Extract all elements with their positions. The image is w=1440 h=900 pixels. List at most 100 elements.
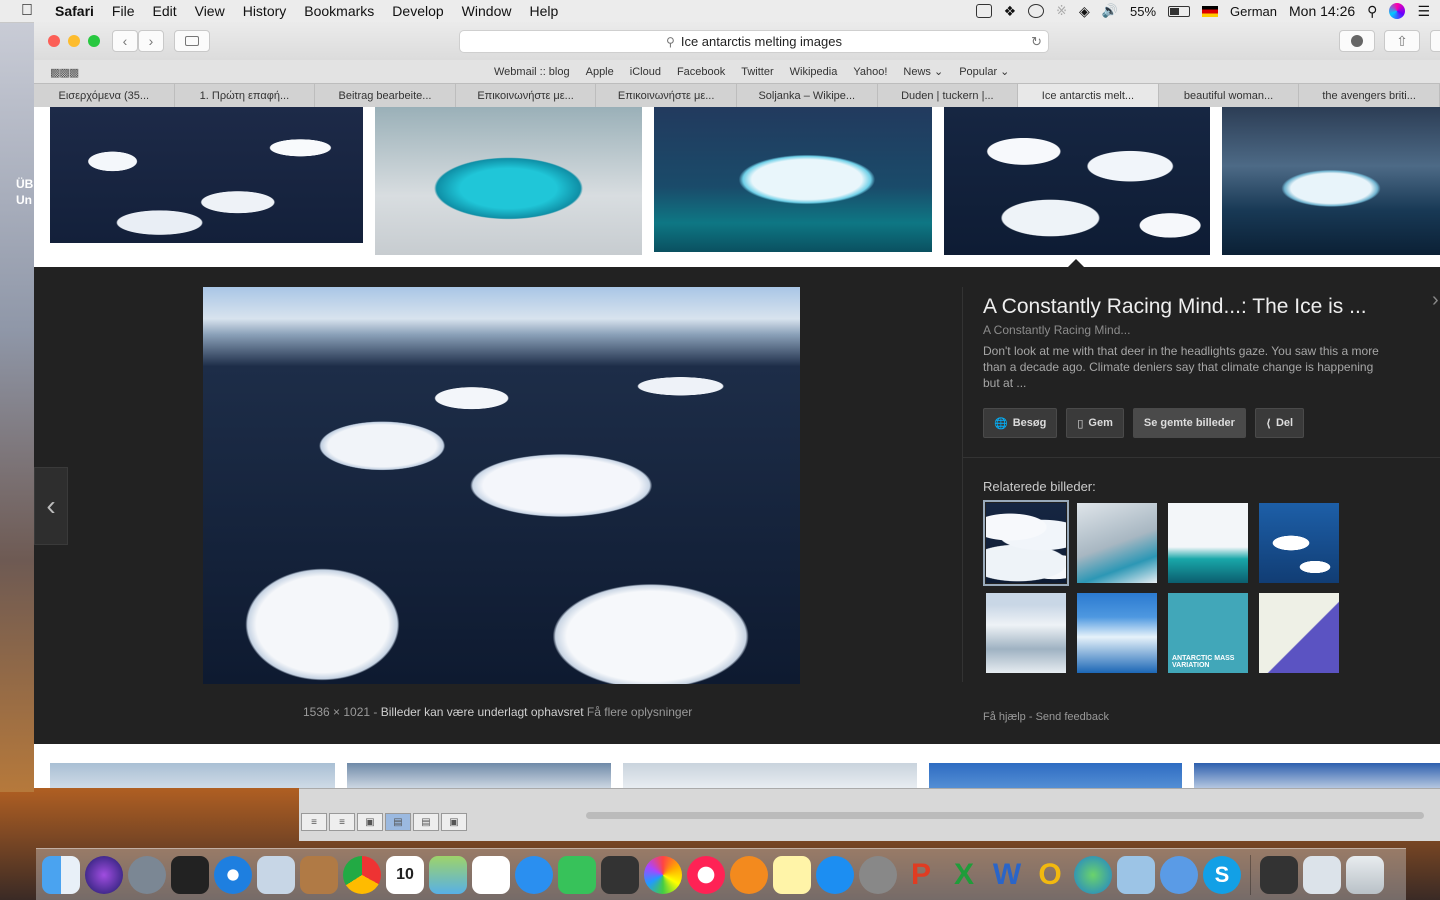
apple-menu-icon[interactable]:  <box>16 0 38 22</box>
siri-icon[interactable] <box>85 855 123 894</box>
minimize-window-button[interactable] <box>68 35 80 47</box>
battery-percent[interactable]: 55% <box>1130 4 1156 19</box>
view-table-icon[interactable]: ▤ <box>413 813 439 831</box>
result-thumbnail[interactable] <box>50 763 335 788</box>
zoom-window-button[interactable] <box>88 35 100 47</box>
tab-edit-post[interactable]: Beitrag bearbeite... <box>315 84 456 107</box>
related-image[interactable] <box>1168 503 1248 583</box>
time-machine-icon[interactable] <box>1028 4 1045 18</box>
preview-image[interactable] <box>203 287 800 684</box>
dashboard-icon[interactable] <box>171 855 209 894</box>
excel-icon[interactable]: X <box>945 856 983 894</box>
german-flag-icon[interactable] <box>1202 5 1219 17</box>
view-thumbnail-icon[interactable]: ▣ <box>357 813 383 831</box>
tab-contact-2[interactable]: Επικοινωνήστε με... <box>596 84 737 107</box>
previous-image-button[interactable]: ‹ <box>34 467 68 545</box>
ibooks-icon[interactable] <box>730 855 768 894</box>
photo-booth-icon[interactable] <box>601 855 639 894</box>
dropbox-icon[interactable]: ❖ <box>1004 3 1017 20</box>
notes-icon[interactable] <box>773 855 811 894</box>
related-image[interactable] <box>1077 503 1157 583</box>
favorite-twitter[interactable]: Twitter <box>733 66 781 78</box>
help-link[interactable]: Få hjælp <box>983 711 1026 723</box>
tab-ice-antarctis[interactable]: Ice antarctis melt... <box>1018 84 1159 107</box>
menu-window[interactable]: Window <box>453 3 521 19</box>
sidebar-toggle-button[interactable] <box>174 30 210 52</box>
bluetooth-icon[interactable]: ※ <box>1056 3 1067 19</box>
view-saved-button[interactable]: Se gemte billeder <box>1132 408 1246 438</box>
result-thumbnail-selected[interactable] <box>944 107 1210 255</box>
tab-inbox[interactable]: Εισερχόμενα (35... <box>34 84 175 107</box>
address-bar[interactable]: ⚲ Ice antarctis melting images ↻ <box>459 30 1049 53</box>
related-image[interactable] <box>986 593 1066 673</box>
top-sites-grid-icon[interactable]: ▩▩▩ <box>50 66 79 79</box>
save-button[interactable]: ▯ Gem <box>1066 408 1124 438</box>
facetime-icon[interactable] <box>558 855 596 894</box>
reload-icon[interactable]: ↻ <box>1031 34 1042 50</box>
view-outline-icon[interactable]: ≡ <box>329 813 355 831</box>
tab-avengers[interactable]: the avengers briti... <box>1299 84 1440 107</box>
tab-soljanka[interactable]: Soljanka – Wikipe... <box>737 84 878 107</box>
result-thumbnail[interactable] <box>375 107 642 255</box>
reminders-icon[interactable] <box>472 855 510 894</box>
view-gallery-icon[interactable]: ▣ <box>441 813 467 831</box>
messenger-people-icon[interactable] <box>1160 855 1198 894</box>
word-icon[interactable]: W <box>988 856 1026 894</box>
result-thumbnail[interactable] <box>1194 763 1440 788</box>
menu-bookmarks[interactable]: Bookmarks <box>295 3 383 19</box>
result-thumbnail[interactable] <box>347 763 611 788</box>
close-window-button[interactable] <box>48 35 60 47</box>
menu-view[interactable]: View <box>186 3 234 19</box>
launchpad-icon[interactable] <box>128 855 166 894</box>
app-store-icon[interactable] <box>816 855 854 894</box>
result-thumbnail[interactable] <box>623 763 917 788</box>
tab-contact-1[interactable]: Επικοινωνήστε με... <box>456 84 597 107</box>
close-preview-icon[interactable]: › <box>1432 289 1439 312</box>
menu-history[interactable]: History <box>234 3 296 19</box>
skype-icon[interactable]: S <box>1203 855 1241 894</box>
share-button[interactable]: ⇧ <box>1384 30 1420 52</box>
network-globe-icon[interactable] <box>1074 855 1112 894</box>
outlook-icon[interactable]: O <box>1031 856 1069 894</box>
related-map-image[interactable] <box>1259 593 1339 673</box>
siri-icon[interactable] <box>1389 3 1406 19</box>
volume-icon[interactable]: 🔊 <box>1102 3 1118 19</box>
related-image[interactable] <box>1259 503 1339 583</box>
result-thumbnail[interactable] <box>50 107 363 243</box>
menu-file[interactable]: File <box>103 3 144 19</box>
more-info-link[interactable]: Få flere oplysninger <box>587 705 692 719</box>
safari-icon[interactable] <box>214 855 252 894</box>
battery-icon[interactable] <box>1168 5 1191 17</box>
tab-beautiful-woman[interactable]: beautiful woman... <box>1159 84 1300 107</box>
clock[interactable]: Mon 14:26 <box>1289 3 1355 19</box>
view-content-icon[interactable]: ▤ <box>385 813 411 831</box>
calendar-icon[interactable]: 10 <box>386 855 424 894</box>
downloads-stack-icon[interactable] <box>1260 855 1298 894</box>
horizontal-scrollbar[interactable] <box>586 812 1424 819</box>
favorite-wikipedia[interactable]: Wikipedia <box>782 66 846 78</box>
trash-icon[interactable] <box>1346 855 1384 894</box>
share-button[interactable]: ⟨ Del <box>1254 408 1305 438</box>
menu-app-name[interactable]: Safari <box>46 3 103 19</box>
notification-center-icon[interactable]: ☰ <box>1417 3 1430 20</box>
new-tab-button[interactable] <box>1430 30 1440 52</box>
visit-button[interactable]: 🌐 Besøg <box>983 408 1058 438</box>
menu-help[interactable]: Help <box>520 3 567 19</box>
downloads-button[interactable] <box>1339 30 1375 52</box>
checkbox-status-icon[interactable] <box>975 4 992 18</box>
preview-title[interactable]: A Constantly Racing Mind...: The Ice is … <box>983 295 1403 319</box>
tab-first-contact[interactable]: 1. Πρώτη επαφή... <box>175 84 316 107</box>
finder-icon[interactable] <box>42 855 80 894</box>
menu-edit[interactable]: Edit <box>143 3 185 19</box>
forward-button[interactable]: › <box>138 30 164 52</box>
back-button[interactable]: ‹ <box>112 30 138 52</box>
spotlight-search-icon[interactable]: ⚲ <box>1367 3 1377 20</box>
favorite-icloud[interactable]: iCloud <box>622 66 669 78</box>
view-list-icon[interactable]: ≡ <box>301 813 327 831</box>
input-language[interactable]: German <box>1230 4 1277 19</box>
wifi-icon[interactable]: ◈ <box>1079 3 1090 20</box>
favorite-apple[interactable]: Apple <box>578 66 622 78</box>
tab-duden[interactable]: Duden | tuckern |... <box>878 84 1019 107</box>
related-image[interactable] <box>1077 593 1157 673</box>
favorite-popular-folder[interactable]: Popular ⌄ <box>951 65 1017 78</box>
